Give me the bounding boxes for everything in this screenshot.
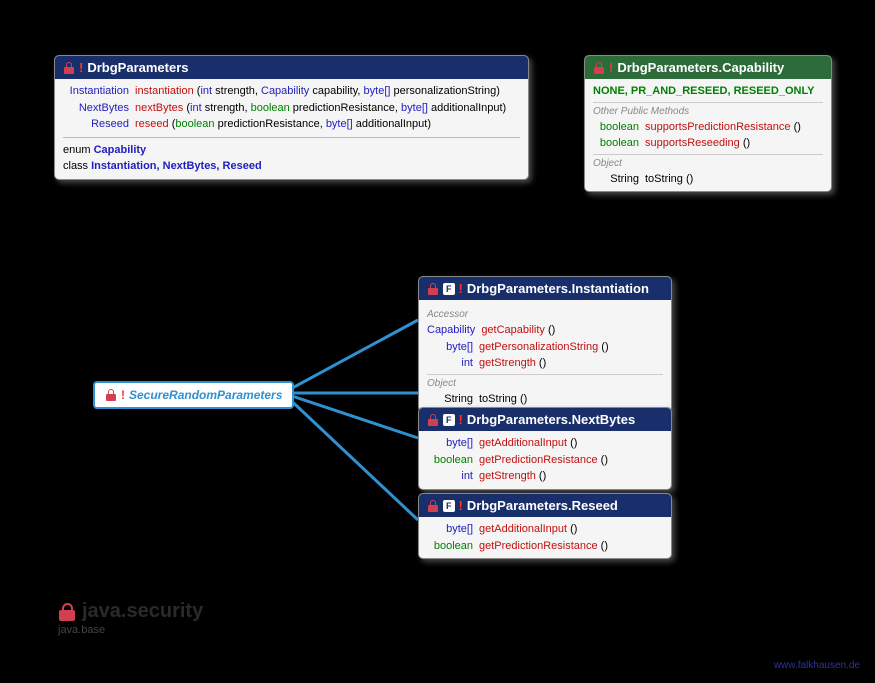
class-header: F ! DrbgParameters.Reseed (419, 494, 671, 517)
final-badge: F (443, 283, 455, 295)
lock-icon (427, 500, 439, 512)
method-row: String toString () (427, 391, 663, 408)
watermark: www.falkhausen.de (774, 660, 860, 671)
section-label: Other Public Methods (593, 102, 823, 119)
package-label: java.security (58, 600, 203, 623)
excl-icon: ! (609, 60, 613, 75)
excl-icon: ! (121, 388, 125, 402)
nested-types: class Instantiation, NextBytes, Reseed (63, 158, 520, 175)
lock-icon (427, 414, 439, 426)
class-title: DrbgParameters.Instantiation (467, 281, 649, 296)
method-row: byte[] getPersonalizationString () (427, 339, 663, 356)
lock-icon (427, 283, 439, 295)
method-row: Capability getCapability () (427, 322, 663, 339)
excl-icon: ! (459, 412, 463, 427)
method-row: boolean supportsReseeding () (593, 135, 823, 152)
excl-icon: ! (459, 281, 463, 296)
interface-name: SecureRandomParameters (129, 388, 282, 402)
class-body: byte[] getAdditionalInput () boolean get… (419, 431, 671, 489)
class-title: DrbgParameters.Reseed (467, 498, 618, 513)
method-row: NextBytes nextBytes (int strength, boole… (63, 100, 520, 117)
class-header: F ! DrbgParameters.Instantiation (419, 277, 671, 300)
method-row: Instantiation instantiation (int strengt… (63, 83, 520, 100)
class-nextbytes: F ! DrbgParameters.NextBytes byte[] getA… (418, 407, 672, 490)
package-name: java.security (82, 600, 203, 623)
lock-icon (105, 389, 117, 401)
section-label: Accessor (427, 306, 663, 322)
lock-icon (63, 62, 75, 74)
method-row: boolean getPredictionResistance () (427, 538, 663, 555)
class-body: Accessor Capability getCapability () byt… (419, 300, 671, 411)
method-row: boolean supportsPredictionResistance () (593, 119, 823, 136)
class-title: DrbgParameters.NextBytes (467, 412, 635, 427)
class-body: byte[] getAdditionalInput () boolean get… (419, 517, 671, 558)
lock-icon (58, 603, 76, 621)
module-name: java.base (58, 624, 105, 636)
class-header: ! DrbgParameters.Capability (585, 56, 831, 79)
method-row: boolean getPredictionResistance () (427, 452, 663, 469)
class-title: DrbgParameters (87, 60, 188, 75)
final-badge: F (443, 414, 455, 426)
excl-icon: ! (79, 60, 83, 75)
method-row: int getStrength () (427, 355, 663, 372)
section-label: Object (593, 154, 823, 171)
excl-icon: ! (459, 498, 463, 513)
section-label: Object (427, 374, 663, 391)
nested-types: enum Capability (63, 142, 520, 159)
method-row: byte[] getAdditionalInput () (427, 521, 663, 538)
enum-constants: NONE, PR_AND_RESEED, RESEED_ONLY (593, 83, 823, 100)
class-drbgparameters: ! DrbgParameters Instantiation instantia… (54, 55, 529, 180)
class-title: DrbgParameters.Capability (617, 60, 784, 75)
class-body: NONE, PR_AND_RESEED, RESEED_ONLY Other P… (585, 79, 831, 191)
class-body: Instantiation instantiation (int strengt… (55, 79, 528, 179)
method-row: Reseed reseed (boolean predictionResista… (63, 116, 520, 133)
class-header: F ! DrbgParameters.NextBytes (419, 408, 671, 431)
class-capability: ! DrbgParameters.Capability NONE, PR_AND… (584, 55, 832, 192)
class-reseed: F ! DrbgParameters.Reseed byte[] getAddi… (418, 493, 672, 559)
class-header: ! DrbgParameters (55, 56, 528, 79)
method-row: String toString () (593, 171, 823, 188)
method-row: int getStrength () (427, 468, 663, 485)
class-instantiation: F ! DrbgParameters.Instantiation Accesso… (418, 276, 672, 412)
lock-icon (593, 62, 605, 74)
final-badge: F (443, 500, 455, 512)
method-row: byte[] getAdditionalInput () (427, 435, 663, 452)
interface-securerandomparameters: ! SecureRandomParameters (93, 381, 294, 409)
